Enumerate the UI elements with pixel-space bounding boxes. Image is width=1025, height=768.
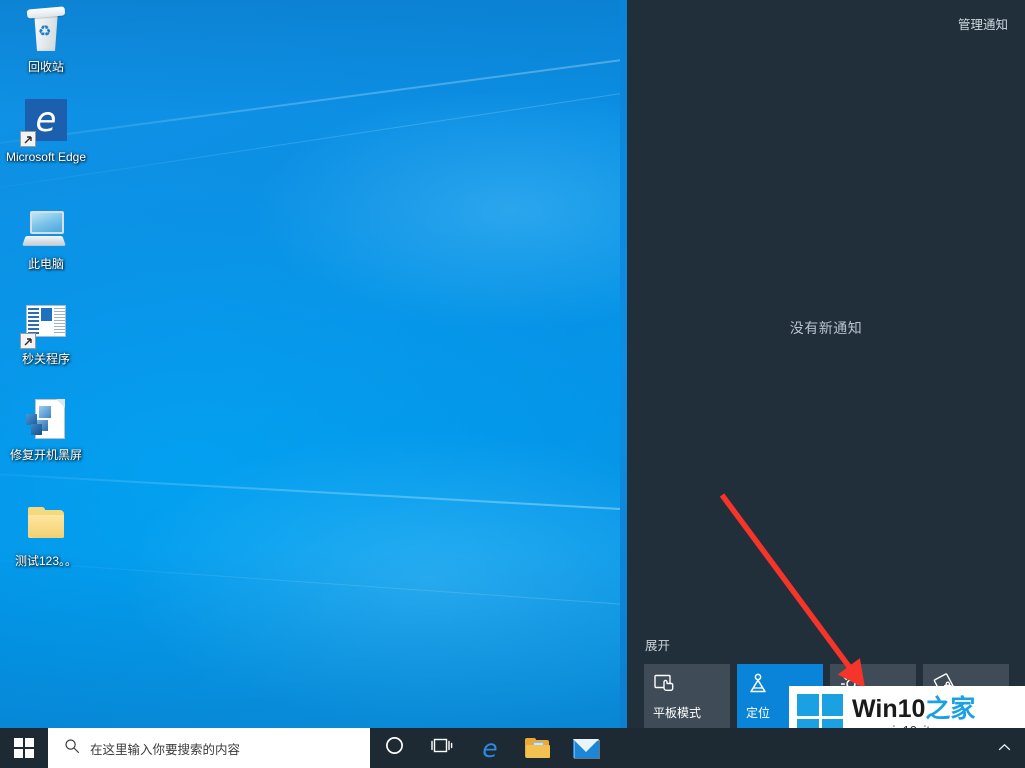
desktop-icon-microsoft-edge[interactable]: e Microsoft Edge — [0, 98, 92, 164]
circle-icon — [385, 736, 404, 760]
start-button[interactable] — [0, 728, 48, 768]
quick-action-tablet-mode[interactable]: 平板模式 — [644, 664, 730, 728]
manage-notifications-link[interactable]: 管理通知 — [958, 14, 1008, 33]
action-center-panel: 管理通知 没有新通知 展开 平板模式 定位 — [620, 0, 1025, 728]
expand-row: 展开 — [627, 635, 1025, 664]
wallpaper-light-ray — [0, 82, 692, 197]
desktop-icon-label: Microsoft Edge — [5, 150, 87, 164]
action-center-header: 管理通知 — [627, 0, 1025, 46]
program-window-icon — [20, 300, 70, 349]
search-icon — [64, 738, 80, 759]
windows-start-icon — [14, 738, 34, 758]
watermark-title-black: Win10 — [852, 694, 926, 723]
action-center-accent-strip — [620, 0, 627, 728]
shortcut-arrow-icon — [20, 333, 36, 349]
notifications-empty-state: 没有新通知 — [627, 46, 1025, 635]
desktop-icon-program[interactable]: 秒关程序 — [0, 300, 92, 366]
mail-button[interactable] — [562, 728, 610, 768]
shortcut-arrow-icon — [20, 131, 36, 147]
chevron-up-icon — [998, 739, 1011, 757]
folder-icon — [525, 737, 551, 759]
microsoft-edge-icon: e — [482, 733, 498, 763]
microsoft-edge-icon: e — [20, 98, 70, 147]
quick-action-label: 定位 — [746, 706, 771, 720]
desktop-icon-this-pc[interactable]: 此电脑 — [0, 205, 92, 271]
no-notifications-text: 没有新通知 — [789, 320, 863, 336]
desktop-icon-label: 回收站 — [27, 60, 64, 74]
cortana-button[interactable] — [370, 728, 418, 768]
tablet-mode-icon — [653, 672, 677, 696]
task-view-button[interactable] — [418, 728, 466, 768]
action-center-body: 管理通知 没有新通知 展开 平板模式 定位 — [627, 0, 1025, 728]
recycle-bin-icon: ♻ — [22, 6, 70, 56]
desktop-icon-label: 秒关程序 — [21, 352, 70, 366]
folder-icon — [22, 502, 70, 550]
watermark-title-blue: 之家 — [925, 694, 976, 723]
show-hidden-icons-button[interactable] — [991, 728, 1017, 768]
expand-quick-actions-link[interactable]: 展开 — [645, 639, 670, 653]
file-explorer-button[interactable] — [514, 728, 562, 768]
desktop-icon-test-folder[interactable]: 测试123。。 — [0, 502, 92, 568]
location-icon — [746, 672, 770, 696]
watermark-title: Win10之家 — [852, 694, 980, 723]
desktop-icon-label: 修复开机黑屏 — [9, 448, 82, 462]
wallpaper-light-ray — [0, 470, 699, 515]
desktop-icon-label: 测试123。。 — [14, 554, 78, 568]
wallpaper-light-ray — [0, 49, 694, 152]
search-input[interactable]: 在这里输入你要搜索的内容 — [48, 728, 370, 768]
desktop-icon-fix-black-screen[interactable]: 修复开机黑屏 — [0, 396, 92, 462]
desktop-icon-label: 此电脑 — [27, 257, 64, 271]
wallpaper-light-ray — [0, 556, 699, 611]
search-placeholder-text: 在这里输入你要搜索的内容 — [90, 742, 241, 757]
windows-desktop-screen: ♻ 回收站 e Microsoft Edge 此电脑 秒关程序 修复开机黑屏 测… — [0, 0, 1025, 768]
system-tray — [991, 728, 1025, 768]
mail-icon — [573, 738, 600, 759]
this-pc-icon — [22, 205, 70, 253]
taskbar: 在这里输入你要搜索的内容 e — [0, 728, 1025, 768]
edge-button[interactable]: e — [466, 728, 514, 768]
desktop-icon-recycle-bin[interactable]: ♻ 回收站 — [0, 6, 92, 74]
task-view-icon — [431, 736, 453, 760]
document-cube-icon — [22, 396, 70, 444]
quick-action-label: 平板模式 — [653, 706, 702, 720]
